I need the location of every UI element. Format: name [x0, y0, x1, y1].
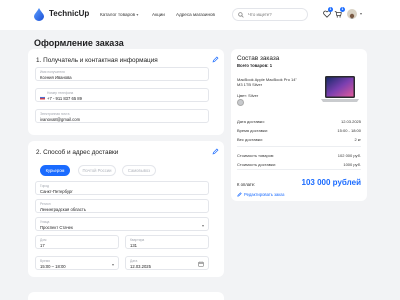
- edit-order-label: Редактировать заказ: [244, 192, 285, 197]
- search-icon: [238, 12, 244, 18]
- city-field-label: Город: [40, 183, 49, 188]
- street-field-value: Проспект Стачек: [40, 224, 73, 230]
- city-field-value: Санкт-Петербург: [40, 188, 73, 194]
- date-field[interactable]: Дата 12.03.2025: [125, 256, 209, 270]
- nav-promotions[interactable]: Акции: [152, 12, 165, 17]
- name-field-label: Имя получателя: [40, 69, 65, 74]
- summary-row-value: 2 кг: [354, 137, 361, 142]
- price-row-label: Стоимость доставки:: [237, 162, 276, 167]
- divider: [237, 146, 361, 147]
- name-field-value: Ксения Иванова: [40, 74, 72, 80]
- street-field[interactable]: Улица Проспект Стачек ▾: [35, 217, 209, 231]
- pencil-icon[interactable]: [212, 56, 219, 63]
- city-field[interactable]: Город Санкт-Петербург: [35, 181, 209, 195]
- email-field-value: ivanova8@gmail.com: [40, 116, 81, 122]
- color-swatch[interactable]: [237, 99, 244, 106]
- summary-row: Вес доставки: 2 кг: [237, 137, 361, 142]
- pencil-icon[interactable]: [212, 148, 219, 155]
- house-field[interactable]: Дом 17: [35, 235, 119, 249]
- price-row-value: 1000 руб.: [343, 162, 361, 167]
- divider: [237, 169, 361, 170]
- date-field-label: Дата: [130, 258, 138, 263]
- summary-row-label: Вес доставки:: [237, 137, 263, 142]
- delivery-method-post[interactable]: Почтой России: [78, 165, 116, 176]
- price-row: Стоимость доставки: 1000 руб.: [237, 162, 361, 167]
- apartment-field-value: 131: [130, 242, 137, 248]
- region-field-value: Ленинградская область: [40, 206, 86, 212]
- chevron-down-icon: ▾: [111, 262, 114, 267]
- logo-drop-icon[interactable]: [34, 8, 44, 21]
- favorites-badge: 1: [328, 7, 333, 12]
- email-field[interactable]: Электронная почта ivanova8@gmail.com: [35, 109, 209, 123]
- summary-total-items: Всего товаров: 1: [237, 63, 273, 68]
- name-field[interactable]: Имя получателя Ксения Иванова: [35, 67, 209, 81]
- apartment-field[interactable]: Квартира 131: [125, 235, 209, 249]
- time-field-label: Время: [40, 258, 50, 263]
- page-title: Оформление заказа: [34, 38, 124, 48]
- search-box[interactable]: [232, 8, 308, 21]
- summary-title: Состав заказа: [237, 55, 280, 62]
- nav-catalog[interactable]: Каталог товаров ▾: [100, 12, 138, 17]
- user-avatar-icon: [349, 13, 355, 19]
- street-field-label: Улица: [40, 219, 50, 224]
- product-color: Цвет: Silver: [237, 93, 259, 98]
- order-summary-card: Состав заказа Всего товаров: 1 MacBook A…: [231, 49, 367, 201]
- region-field-label: Регион: [40, 201, 51, 206]
- summary-row-value: 12.03.2025: [340, 119, 361, 124]
- contact-card-title: 1. Получатель и контактная информация: [36, 57, 158, 64]
- house-field-value: 17: [40, 242, 45, 248]
- russia-flag-icon: [40, 96, 45, 100]
- laptop-image: [321, 76, 359, 102]
- nav-store-addresses[interactable]: Адреса магазинов: [176, 12, 215, 17]
- edit-order-link[interactable]: Редактировать заказ: [237, 192, 284, 197]
- chevron-down-icon: ▾: [201, 223, 204, 228]
- pay-total: 103 000 рублей: [301, 178, 361, 187]
- top-header: TechnicUp Каталог товаров ▾ Акции Адреса…: [0, 0, 400, 30]
- phone-field-label: Номер телефона: [47, 90, 74, 95]
- product-name[interactable]: MacBook Apple MacBook Pro 14" M3 1TB Sil…: [237, 77, 297, 87]
- summary-row: Время доставки: 15:00 - 18:00: [237, 128, 361, 133]
- email-field-label: Электронная почта: [40, 111, 70, 116]
- summary-row-label: Время доставки:: [237, 128, 268, 133]
- apartment-field-label: Квартира: [130, 237, 145, 242]
- delivery-card-title: 2. Способ и адрес доставки: [36, 149, 119, 156]
- pay-label: К оплате:: [237, 182, 256, 187]
- phone-field-value: +7 - 911 837 65 89: [47, 95, 82, 101]
- cart-badge: 1: [340, 7, 345, 12]
- summary-row-value: 15:00 - 18:00: [337, 128, 361, 133]
- summary-row: Дата доставки: 12.03.2025: [237, 119, 361, 124]
- next-section-card: [28, 292, 224, 300]
- house-field-label: Дом: [40, 237, 47, 242]
- pencil-icon: [237, 192, 242, 197]
- search-input[interactable]: [248, 10, 304, 19]
- avatar[interactable]: [347, 9, 357, 19]
- nav-catalog-label: Каталог товаров: [100, 12, 136, 17]
- date-field-value: 12.03.2025: [130, 263, 151, 269]
- contact-card: 1. Получатель и контактная информация Им…: [28, 49, 224, 135]
- price-row: Стоимость товаров: 102 000 руб.: [237, 153, 361, 158]
- price-row-label: Стоимость товаров:: [237, 153, 275, 158]
- delivery-method-courier[interactable]: Курьером: [40, 165, 70, 176]
- chevron-down-icon[interactable]: ▾: [360, 11, 362, 16]
- region-field[interactable]: Регион Ленинградская область: [35, 199, 209, 213]
- price-row-value: 102 000 руб.: [337, 153, 361, 158]
- time-field[interactable]: Время 15:00 – 18:00 ▾: [35, 256, 119, 270]
- time-field-value: 15:00 – 18:00: [40, 263, 66, 269]
- logo-text[interactable]: TechnicUp: [49, 9, 89, 18]
- calendar-icon[interactable]: [198, 261, 204, 267]
- summary-row-label: Дата доставки:: [237, 119, 265, 124]
- chevron-down-icon: ▾: [136, 12, 139, 17]
- phone-field[interactable]: Номер телефона +7 - 911 837 65 89: [35, 88, 209, 102]
- delivery-method-pickup[interactable]: Самовывоз: [122, 165, 156, 176]
